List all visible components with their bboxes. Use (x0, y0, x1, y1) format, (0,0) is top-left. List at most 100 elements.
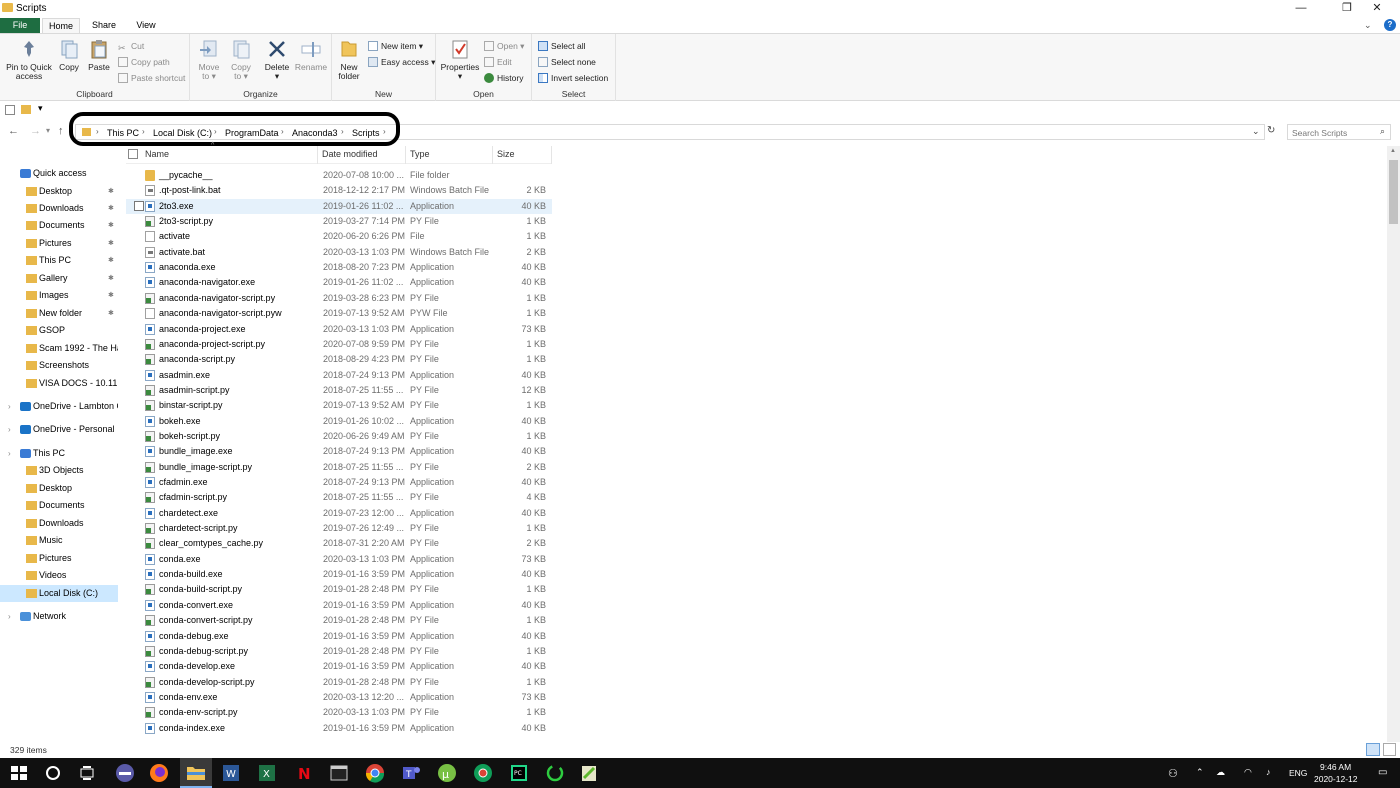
recent-locations-icon[interactable]: ▾ (46, 126, 50, 135)
copy-button[interactable]: Copy (56, 38, 82, 72)
scrollbar-thumb[interactable] (1389, 160, 1398, 224)
chrome-profile-icon[interactable] (472, 762, 494, 784)
minimize-button[interactable]: — (1278, 0, 1324, 18)
expand-chevron-icon[interactable]: › (8, 398, 11, 415)
copy-to-button[interactable]: Copy to ▾ (228, 38, 254, 81)
nav-item[interactable]: GSOP (0, 322, 118, 339)
tab-view[interactable]: View (126, 18, 166, 33)
select-none-button[interactable]: Select none (538, 56, 596, 69)
column-name[interactable]: Name (141, 146, 318, 164)
nav-item[interactable]: Pictures (0, 550, 118, 567)
new-item-button[interactable]: New item ▾ (368, 40, 423, 53)
search-icon[interactable]: ⌕ (1380, 126, 1385, 137)
terminal-icon[interactable] (328, 762, 350, 784)
file-row[interactable]: 2to3-script.py 2019-03-27 7:14 PM PY File 1… (126, 214, 552, 229)
collapse-ribbon-icon[interactable]: ⌄ (1364, 20, 1372, 31)
file-row[interactable]: bundle_image-script.py 2018-07-25 11:55 .… (126, 460, 552, 475)
pin-icon[interactable]: ✱ (108, 252, 114, 269)
nav-item[interactable]: Screenshots (0, 357, 118, 374)
file-row[interactable]: conda-convert-script.py 2019-01-28 2:48 P… (126, 613, 552, 628)
file-row[interactable]: activate 2020-06-20 6:26 PM File 1 KB (126, 229, 552, 244)
nav-item[interactable]: VISA DOCS - 10.11.20 (0, 375, 118, 392)
file-row[interactable]: anaconda-script.py 2018-08-29 4:23 PM PY F… (126, 352, 552, 367)
refresh-icon[interactable]: ↻ (1267, 125, 1275, 136)
pin-icon[interactable]: ✱ (108, 217, 114, 234)
file-row[interactable]: binstar-script.py 2019-07-13 9:52 AM PY Fi… (126, 398, 552, 413)
utorrent-icon[interactable]: µ (436, 762, 458, 784)
help-icon[interactable]: ? (1384, 19, 1396, 31)
nav-item[interactable]: Downloads (0, 515, 118, 532)
nav-item[interactable]: Desktop ✱ (0, 183, 118, 200)
details-view-icon[interactable] (1366, 743, 1380, 756)
volume-icon[interactable]: ♪ (1266, 767, 1271, 777)
nav-item[interactable]: Local Disk (C:) (0, 585, 118, 602)
wifi-icon[interactable]: ◠ (1244, 767, 1252, 778)
file-row[interactable]: anaconda-navigator-script.py 2019-03-28 6… (126, 291, 552, 306)
nav-item[interactable]: Documents (0, 497, 118, 514)
clock-time[interactable]: 9:46 AM (1320, 762, 1351, 772)
file-row[interactable]: conda-develop.exe 2019-01-16 3:59 PM Appli… (126, 659, 552, 674)
rename-button[interactable]: Rename (294, 38, 328, 72)
file-row[interactable]: __pycache__ 2020-07-08 10:00 ... File fold… (126, 168, 552, 183)
file-row[interactable]: anaconda.exe 2018-08-20 7:23 PM Applicatio… (126, 260, 552, 275)
scroll-up-icon[interactable]: ▲ (1390, 148, 1396, 154)
close-button[interactable]: ✕ (1354, 0, 1400, 18)
file-row[interactable]: clear_comtypes_cache.py 2018-07-31 2:20 A… (126, 536, 552, 551)
cortana-search-icon[interactable] (42, 762, 64, 784)
expand-chevron-icon[interactable]: › (8, 421, 11, 438)
file-row[interactable]: conda-index.exe 2019-01-16 3:59 PM Applica… (126, 721, 552, 736)
nav-item[interactable]: › OneDrive - Personal (0, 421, 118, 438)
paste-shortcut-button[interactable]: Paste shortcut (118, 72, 185, 85)
file-row[interactable]: conda-build-script.py 2019-01-28 2:48 PM P… (126, 582, 552, 597)
file-row[interactable]: anaconda-navigator.exe 2019-01-26 11:02 .… (126, 275, 552, 290)
search-input[interactable]: Search Scripts (1292, 128, 1347, 138)
people-icon[interactable]: ⚇ (1168, 767, 1178, 780)
pin-icon[interactable]: ✱ (108, 305, 114, 322)
file-row[interactable]: asadmin.exe 2018-07-24 9:13 PM Application… (126, 368, 552, 383)
forward-arrow-icon[interactable]: → (30, 125, 41, 137)
file-row[interactable]: bundle_image.exe 2018-07-24 9:13 PM Applic… (126, 444, 552, 459)
edit-button[interactable]: Edit (484, 56, 512, 69)
nav-item[interactable]: 3D Objects (0, 462, 118, 479)
notepad-plus-icon[interactable] (578, 762, 600, 784)
history-button[interactable]: History (484, 72, 523, 85)
excel-icon[interactable]: X (256, 762, 278, 784)
delete-button[interactable]: Delete ▾ (262, 38, 292, 81)
sync-app-icon[interactable] (544, 762, 566, 784)
file-row[interactable]: .qt-post-link.bat 2018-12-12 2:17 PM Windo… (126, 183, 552, 198)
expand-chevron-icon[interactable]: › (8, 608, 11, 625)
file-row[interactable]: conda-debug-script.py 2019-01-28 2:48 PM P… (126, 644, 552, 659)
pin-icon[interactable]: ✱ (108, 235, 114, 252)
back-arrow-icon[interactable]: ← (8, 125, 19, 137)
file-row[interactable]: anaconda-project.exe 2020-03-13 1:03 PM Ap… (126, 322, 552, 337)
properties-check-icon[interactable] (5, 105, 15, 115)
nav-item[interactable]: Downloads ✱ (0, 200, 118, 217)
nav-item[interactable]: Pictures ✱ (0, 235, 118, 252)
pin-icon[interactable]: ✱ (108, 183, 114, 200)
clock-date[interactable]: 2020-12-12 (1314, 774, 1357, 784)
new-folder-button[interactable]: New folder (334, 38, 364, 81)
tab-file[interactable]: File (0, 18, 40, 33)
file-row[interactable]: conda-debug.exe 2019-01-16 3:59 PM Applica… (126, 629, 552, 644)
folder-icon[interactable] (21, 105, 31, 114)
nav-item[interactable]: Images ✱ (0, 287, 118, 304)
large-icons-view-icon[interactable] (1383, 743, 1396, 756)
properties-button[interactable]: Properties ▾ (439, 38, 481, 81)
file-row[interactable]: conda-build.exe 2019-01-16 3:59 PM Applica… (126, 567, 552, 582)
pin-icon[interactable]: ✱ (108, 200, 114, 217)
up-arrow-icon[interactable]: ↑ (58, 125, 64, 137)
easy-access-button[interactable]: Easy access ▾ (368, 56, 435, 69)
nav-item[interactable]: › OneDrive - Lambton C (0, 398, 118, 415)
nav-item[interactable]: Documents ✱ (0, 217, 118, 234)
file-row[interactable]: anaconda-project-script.py 2020-07-08 9:5… (126, 337, 552, 352)
file-row[interactable]: anaconda-navigator-script.pyw 2019-07-13 … (126, 306, 552, 321)
paste-button[interactable]: Paste (86, 38, 112, 72)
notification-icon[interactable]: ▭ (1378, 767, 1387, 778)
task-view-icon[interactable] (76, 762, 98, 784)
invert-selection-button[interactable]: Invert selection (538, 72, 608, 85)
nav-item[interactable]: Videos (0, 567, 118, 584)
copy-path-button[interactable]: Copy path (118, 56, 170, 69)
pin-icon[interactable]: ✱ (108, 270, 114, 287)
file-row[interactable]: cfadmin.exe 2018-07-24 9:13 PM Application… (126, 475, 552, 490)
netflix-icon[interactable]: N (292, 762, 314, 784)
